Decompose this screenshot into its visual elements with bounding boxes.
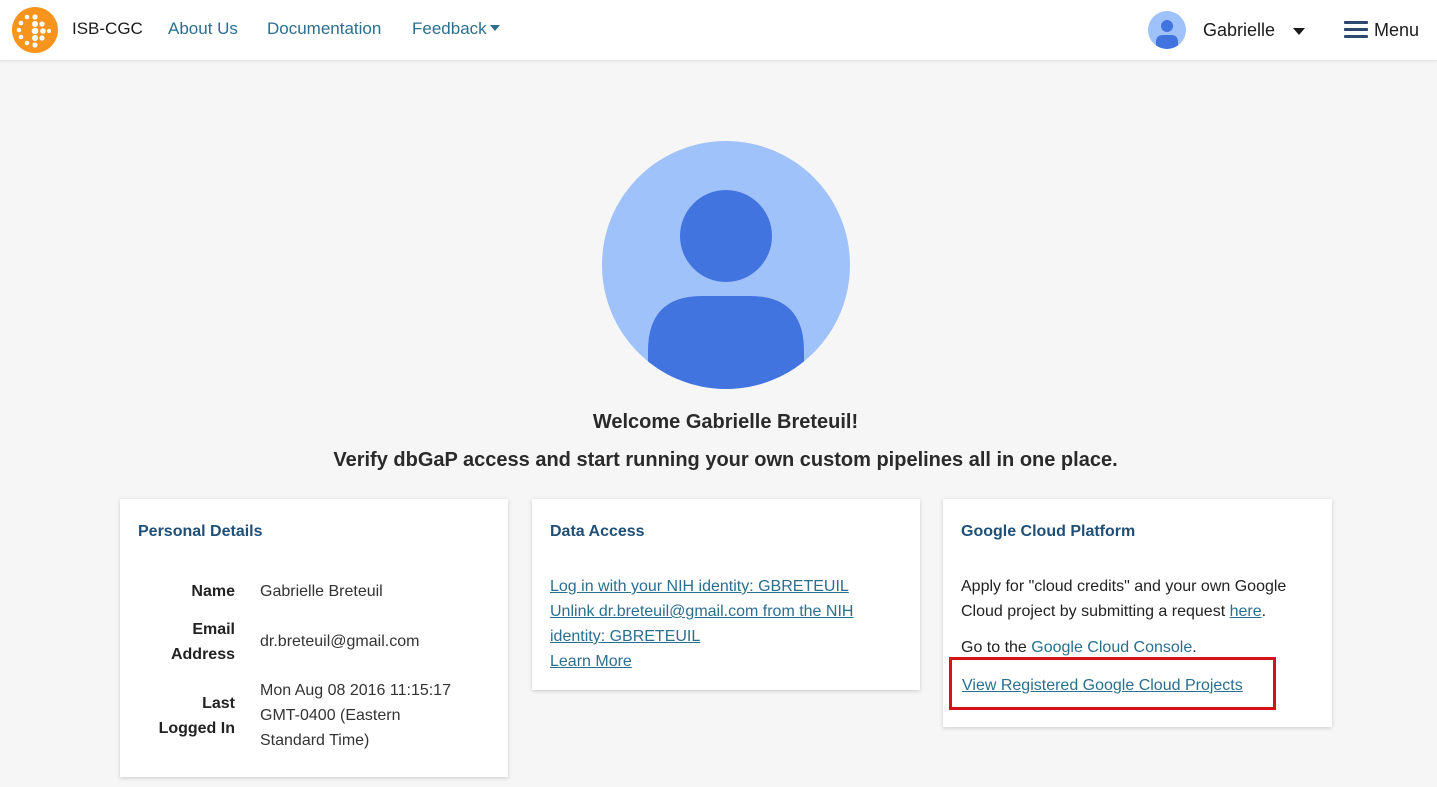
name-value: Gabrielle Breteuil [260,583,383,600]
top-navbar: ISB-CGC About Us Documentation Feedback … [0,0,1437,61]
learn-more-link[interactable]: Learn More [550,653,632,670]
nav-feedback-dropdown[interactable]: Feedback [412,19,500,39]
welcome-heading: Welcome Gabrielle Breteuil! [592,411,859,433]
email-label: Email Address [170,621,235,663]
view-registered-projects-link[interactable]: View Registered Google Cloud Projects [962,677,1243,694]
isb-cgc-logo-icon[interactable] [11,7,59,53]
nav-about-us-link[interactable]: About Us [168,19,238,39]
request-here-link[interactable]: here [1230,603,1262,620]
last-logged-in-value: Mon Aug 08 2016 11:15:17 GMT-0400 (Easte… [260,682,451,749]
name-label: Name [191,583,235,600]
card-title: Personal Details [138,523,263,540]
brand-name[interactable]: ISB-CGC [72,19,143,39]
hamburger-icon [1344,21,1368,39]
data-access-card: Data Access Log in with your NIH identit… [532,499,920,690]
menu-label: Menu [1374,19,1420,40]
user-name-dropdown[interactable]: Gabrielle [1203,20,1275,41]
cloud-credits-text: Apply for "cloud credits" and your own G… [961,578,1287,620]
unlink-nih-link[interactable]: Unlink dr.breteuil@gmail.com from the NI… [550,603,853,645]
google-cloud-console-link[interactable]: Google Cloud Console [1031,639,1192,656]
caret-down-icon [489,25,500,31]
last-logged-in-label: Last Logged In [158,695,235,737]
user-caret-down-icon[interactable] [1293,28,1305,35]
tagline-text: Verify dbGaP access and start running yo… [333,449,1118,471]
card-title: Google Cloud Platform [961,523,1136,540]
nav-documentation-link[interactable]: Documentation [267,19,381,39]
profile-avatar-icon [602,141,850,389]
user-avatar-icon[interactable] [1148,11,1186,49]
data-access-links: Log in with your NIH identity: GBRETEUIL… [550,574,900,674]
email-value: dr.breteuil@gmail.com [260,633,420,650]
view-registered-projects-link-wrap: View Registered Google Cloud Projects [962,673,1243,698]
personal-details-card: Personal Details Name Gabrielle Breteuil… [120,499,508,777]
menu-button[interactable]: Menu [1344,18,1419,42]
card-title: Data Access [550,523,645,540]
nih-login-link[interactable]: Log in with your NIH identity: GBRETEUIL [550,578,849,595]
feedback-label: Feedback [412,19,487,38]
